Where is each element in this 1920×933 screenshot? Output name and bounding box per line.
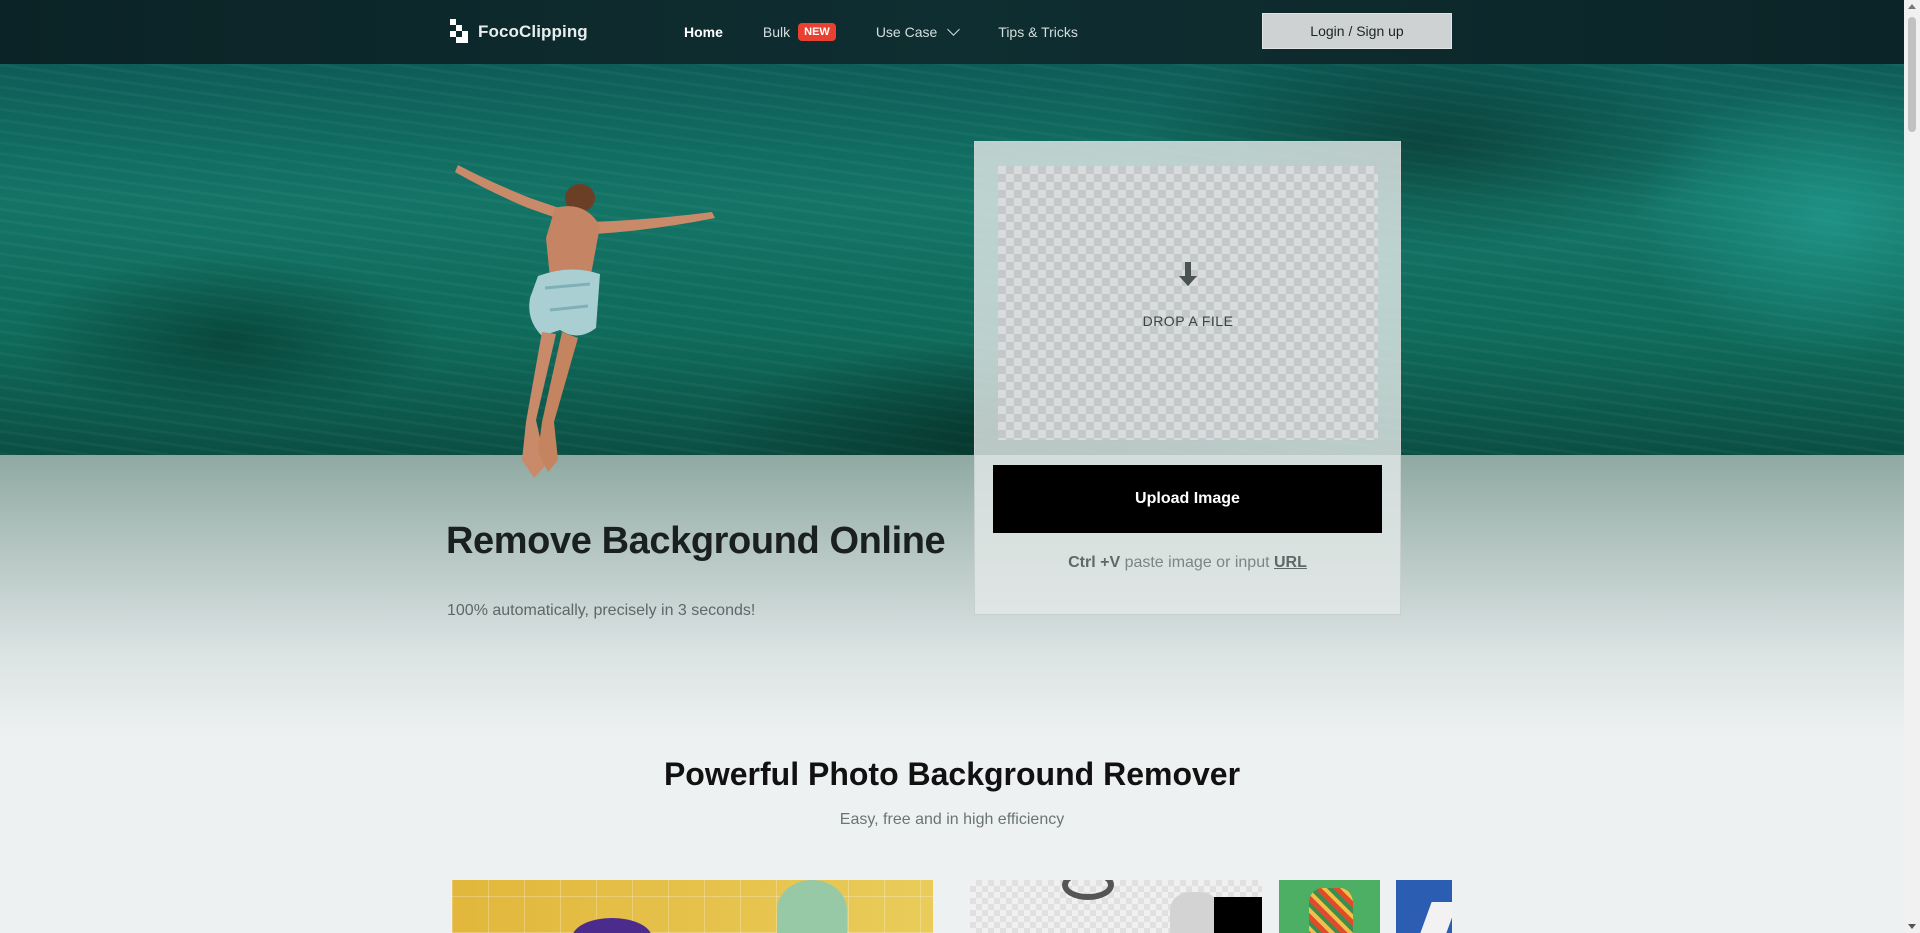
scroll-thumb[interactable] [1908, 17, 1916, 132]
nav-use-case-label: Use Case [875, 24, 938, 40]
nav-tips-tricks[interactable]: Tips & Tricks [998, 24, 1078, 40]
nav-home-label: Home [684, 24, 723, 40]
top-navigation-bar: FocoClipping Home Bulk NEW Use Case Tips… [0, 0, 1904, 64]
hero-fade-background [0, 455, 1904, 740]
site-logo[interactable]: FocoClipping [450, 18, 588, 46]
arrow-down-icon [1179, 262, 1197, 286]
login-signup-button[interactable]: Login / Sign up [1262, 13, 1452, 49]
section-subtitle: Easy, free and in high efficiency [839, 811, 1065, 828]
nav-bulk-label: Bulk [762, 24, 791, 40]
paste-shortcut: Ctrl +V [1068, 554, 1121, 571]
drop-zone[interactable]: DROP A FILE [998, 166, 1378, 440]
url-link[interactable]: URL [1274, 554, 1307, 571]
hero-subtitle: 100% automatically, precisely in 3 secon… [447, 602, 756, 619]
upload-card: DROP A FILE Upload Image Ctrl +V paste i… [974, 141, 1401, 615]
drop-file-label: DROP A FILE [1142, 313, 1234, 329]
paste-text: paste image or input [1124, 554, 1270, 571]
hero-water-image [0, 64, 1904, 455]
nav-tips-label: Tips & Tricks [998, 24, 1078, 40]
example-image-portrait[interactable] [452, 880, 933, 933]
nav-bulk[interactable]: Bulk NEW [763, 23, 836, 41]
scroll-up-icon[interactable] [1908, 4, 1916, 9]
example-image-suit[interactable] [1396, 880, 1452, 933]
hero-title: Remove Background Online [446, 520, 946, 562]
section-title: Powerful Photo Background Remover [663, 756, 1241, 792]
main-nav: Home Bulk NEW Use Case Tips & Tricks [684, 0, 1118, 64]
chevron-down-icon [947, 23, 961, 36]
example-image-products[interactable] [970, 880, 1262, 933]
example-image-shirt[interactable] [1279, 880, 1380, 933]
nav-home[interactable]: Home [684, 24, 723, 40]
pixel-logo-icon [450, 19, 468, 45]
paste-hint: Ctrl +V paste image or input URL [975, 554, 1400, 572]
new-badge: NEW [798, 23, 836, 41]
nav-use-case[interactable]: Use Case [875, 23, 961, 40]
page-scrollbar[interactable] [1904, 0, 1920, 933]
scroll-down-icon[interactable] [1908, 924, 1916, 929]
upload-image-button[interactable]: Upload Image [993, 465, 1382, 533]
diver-image [455, 165, 715, 478]
logo-text: FocoClipping [478, 22, 588, 41]
